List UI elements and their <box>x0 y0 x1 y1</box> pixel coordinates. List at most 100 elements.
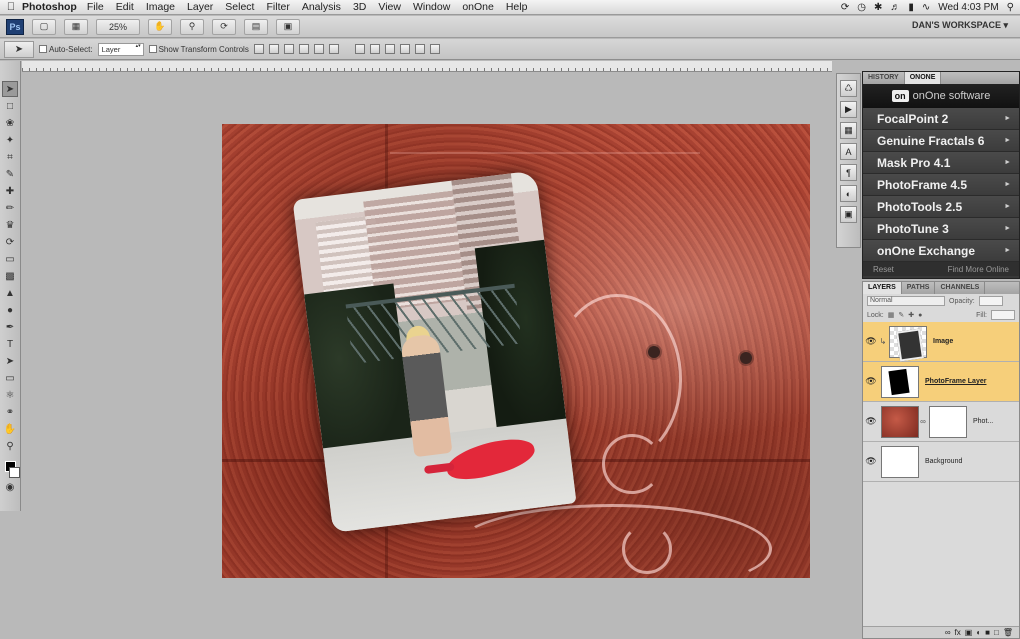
menu-layer[interactable]: Layer <box>187 1 213 13</box>
menu-image[interactable]: Image <box>146 1 175 13</box>
eye-icon[interactable]: 👁 <box>863 336 879 347</box>
document-canvas[interactable] <box>222 124 810 578</box>
auto-select-dropdown[interactable]: Layer <box>97 42 144 56</box>
hand-tool-button[interactable]: ✋ <box>148 18 172 35</box>
horizontal-ruler[interactable] <box>22 61 832 72</box>
layer-row-image[interactable]: 👁 ↳ Image <box>863 322 1019 362</box>
workspace-switcher[interactable]: DAN'S WORKSPACE ▾ <box>912 20 1008 31</box>
volume-icon[interactable]: ♬ <box>890 2 900 13</box>
onone-item-exchange[interactable]: onOne Exchange ► <box>863 240 1019 262</box>
tab-history[interactable]: HISTORY <box>863 72 905 84</box>
background-color-swatch[interactable] <box>8 467 20 478</box>
layer-mask-thumbnail[interactable] <box>929 405 967 438</box>
eyedropper-tool-icon[interactable]: ✎ <box>2 166 18 182</box>
menu-clock[interactable]: Wed 4:03 PM <box>938 2 998 13</box>
layer-row-photoframe[interactable]: 👁 PhotoFrame Layer <box>863 362 1019 402</box>
tool-preset-picker[interactable]: ➤ <box>4 40 34 58</box>
new-layer-icon[interactable]: □ <box>994 628 999 637</box>
onone-item-photoframe[interactable]: PhotoFrame 4.5 ► <box>863 174 1019 196</box>
quick-mask-icon[interactable]: ◉ <box>2 479 18 495</box>
distribute-right-icon[interactable] <box>429 44 440 54</box>
add-mask-icon[interactable]: ▣ <box>965 628 973 637</box>
tab-onone[interactable]: ONONE <box>904 72 942 84</box>
menu-window[interactable]: Window <box>413 1 450 13</box>
battery-icon[interactable]: ▮ <box>908 2 914 13</box>
layer-style-icon[interactable]: fx <box>955 628 961 637</box>
marquee-tool-icon[interactable]: □ <box>2 98 18 114</box>
align-top-icon[interactable] <box>253 44 264 54</box>
onone-item-focalpoint[interactable]: FocalPoint 2 ► <box>863 108 1019 130</box>
onone-find-more-link[interactable]: Find More Online <box>948 265 1009 274</box>
menu-select[interactable]: Select <box>225 1 254 13</box>
framed-photo-layer[interactable] <box>292 170 577 533</box>
tab-channels[interactable]: CHANNELS <box>935 282 986 294</box>
distribute-left-icon[interactable] <box>399 44 410 54</box>
distribute-bottom-icon[interactable] <box>384 44 395 54</box>
arrange-documents-button[interactable]: ▤ <box>244 18 268 35</box>
brush-tool-icon[interactable]: ✏ <box>2 200 18 216</box>
align-hcenter-icon[interactable] <box>313 44 324 54</box>
move-tool-icon[interactable]: ➤ <box>2 81 18 97</box>
align-right-icon[interactable] <box>328 44 339 54</box>
onone-reset-button[interactable]: Reset <box>873 265 894 274</box>
bluetooth-icon[interactable]: ✱ <box>874 2 882 13</box>
healing-brush-tool-icon[interactable]: ✚ <box>2 183 18 199</box>
align-bottom-icon[interactable] <box>283 44 294 54</box>
type-tool-icon[interactable]: T <box>2 336 18 352</box>
3d-orbit-tool-icon[interactable]: ⚭ <box>2 404 18 420</box>
clone-stamp-tool-icon[interactable]: ♛ <box>2 217 18 233</box>
eye-icon[interactable]: 👁 <box>863 376 879 387</box>
distribute-hcenter-icon[interactable] <box>414 44 425 54</box>
menu-edit[interactable]: Edit <box>116 1 134 13</box>
lock-position-icon[interactable]: ✚ <box>908 311 914 319</box>
menu-file[interactable]: File <box>87 1 104 13</box>
layer-row-background[interactable]: 👁 Background <box>863 442 1019 482</box>
layer-row-photo[interactable]: 👁 ∞ Phot... <box>863 402 1019 442</box>
dodge-tool-icon[interactable]: ● <box>2 302 18 318</box>
sync-icon[interactable]: ⟳ <box>841 2 849 13</box>
auto-select-checkbox[interactable]: Auto-Select: <box>39 45 93 54</box>
eye-icon[interactable]: 👁 <box>863 456 879 467</box>
wifi-icon[interactable]: ∿ <box>922 2 930 13</box>
tool-presets-icon[interactable]: ▦ <box>840 122 857 139</box>
spotlight-icon[interactable]: ⚲ <box>1007 2 1014 13</box>
onone-item-mask-pro[interactable]: Mask Pro 4.1 ► <box>863 152 1019 174</box>
align-left-icon[interactable] <box>298 44 309 54</box>
menu-view[interactable]: View <box>378 1 401 13</box>
menu-filter[interactable]: Filter <box>266 1 289 13</box>
adjustments-panel-icon[interactable]: ◐ <box>840 185 857 202</box>
distribute-vcenter-icon[interactable] <box>369 44 380 54</box>
lasso-tool-icon[interactable]: ❀ <box>2 115 18 131</box>
chain-link-icon[interactable]: ∞ <box>919 417 927 426</box>
fill-field[interactable] <box>991 310 1015 320</box>
actions-panel-icon[interactable]: ▶ <box>840 101 857 118</box>
onone-item-phototools[interactable]: PhotoTools 2.5 ► <box>863 196 1019 218</box>
character-panel-icon[interactable]: A <box>840 143 857 160</box>
adjustment-layer-icon[interactable]: ◐ <box>976 628 981 637</box>
lock-transparency-icon[interactable]: ▦ <box>888 311 895 319</box>
onone-item-phototune[interactable]: PhotoTune 3 ► <box>863 218 1019 240</box>
view-extras-button[interactable]: ▦ <box>64 18 88 35</box>
apple-icon[interactable]:  <box>0 1 22 13</box>
screen-mode-button[interactable]: ▣ <box>276 18 300 35</box>
menu-help[interactable]: Help <box>506 1 528 13</box>
trash-icon[interactable]: 🗑 <box>1003 628 1013 637</box>
link-layers-icon[interactable]: ∞ <box>945 628 951 637</box>
menu-onone[interactable]: onOne <box>462 1 494 13</box>
align-vcenter-icon[interactable] <box>268 44 279 54</box>
menu-3d[interactable]: 3D <box>353 1 366 13</box>
opacity-field[interactable] <box>978 296 1003 306</box>
path-selection-tool-icon[interactable]: ➤ <box>2 353 18 369</box>
gradient-tool-icon[interactable]: ▩ <box>2 268 18 284</box>
3d-rotate-tool-icon[interactable]: ⚛ <box>2 387 18 403</box>
zoom-tool-icon[interactable]: ⚲ <box>2 438 18 454</box>
tab-layers[interactable]: LAYERS <box>863 282 902 294</box>
blend-mode-select[interactable]: Normal <box>867 296 945 306</box>
rotate-view-button[interactable]: ⟳ <box>212 18 236 35</box>
magic-wand-tool-icon[interactable]: ✦ <box>2 132 18 148</box>
zoom-tool-button[interactable]: ⚲ <box>180 18 204 35</box>
pen-tool-icon[interactable]: ✒ <box>2 319 18 335</box>
timemachine-icon[interactable]: ◷ <box>857 2 866 13</box>
new-group-icon[interactable]: ■ <box>985 628 990 637</box>
blur-tool-icon[interactable]: ▲ <box>2 285 18 301</box>
